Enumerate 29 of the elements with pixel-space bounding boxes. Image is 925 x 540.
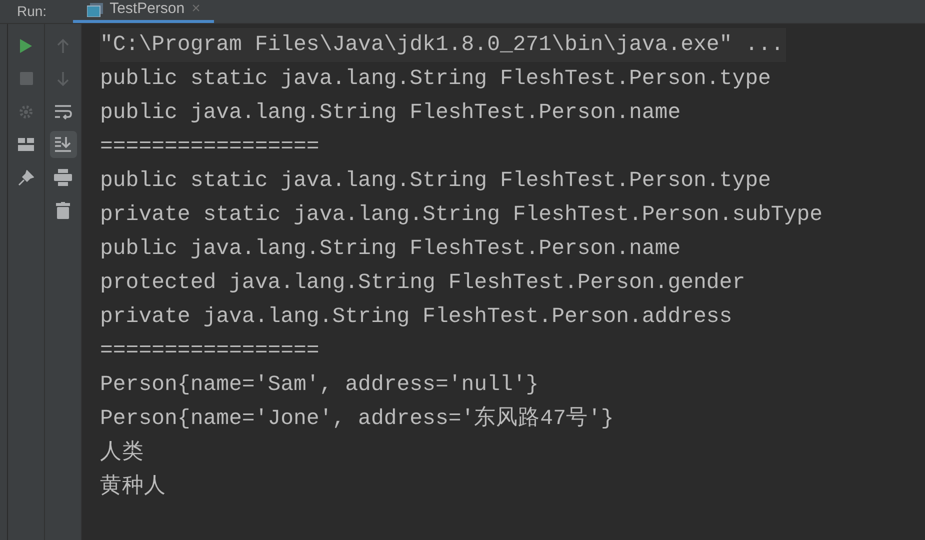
output-line: ================= <box>100 134 320 161</box>
output-line: Person{name='Sam', address='null'} <box>100 372 539 399</box>
stop-icon <box>20 72 32 85</box>
trash-icon <box>56 202 70 219</box>
printer-icon <box>54 169 72 186</box>
output-line: public static java.lang.String FleshTest.Person.type <box>100 168 771 195</box>
output-line: public java.lang.String FleshTest.Person.name <box>100 236 681 263</box>
output-line: private static java.lang.String FleshTest.Person.subType <box>100 202 823 229</box>
soft-wrap-icon <box>54 104 72 120</box>
tab-title: TestPerson <box>110 0 185 20</box>
output-line: 人类 <box>100 439 144 467</box>
layout-icon <box>18 138 34 151</box>
run-icon <box>19 38 33 54</box>
output-line: Person{name='Jone', address='东风路47号'} <box>100 405 614 433</box>
run-tab[interactable]: TestPerson × <box>72 0 214 23</box>
output-line: public static java.lang.String FleshTest.Person.type <box>100 66 771 93</box>
output-line: private java.lang.String FleshTest.Person.address <box>100 304 732 331</box>
output-line: public java.lang.String FleshTest.Person.name <box>100 100 681 127</box>
output-line: ================= <box>100 338 320 365</box>
console-window-icon <box>86 2 103 16</box>
output-line: 黄种人 <box>100 473 166 501</box>
arrow-up-icon <box>57 38 69 54</box>
run-label: Run: <box>17 2 47 21</box>
scroll-to-end-icon <box>54 136 72 153</box>
pin-icon <box>18 170 34 186</box>
scroll-end-button[interactable] <box>50 131 76 158</box>
output-line: protected java.lang.String FleshTest.Person.gender <box>100 270 746 297</box>
gear-icon <box>18 104 34 120</box>
arrow-down-icon <box>57 70 69 86</box>
